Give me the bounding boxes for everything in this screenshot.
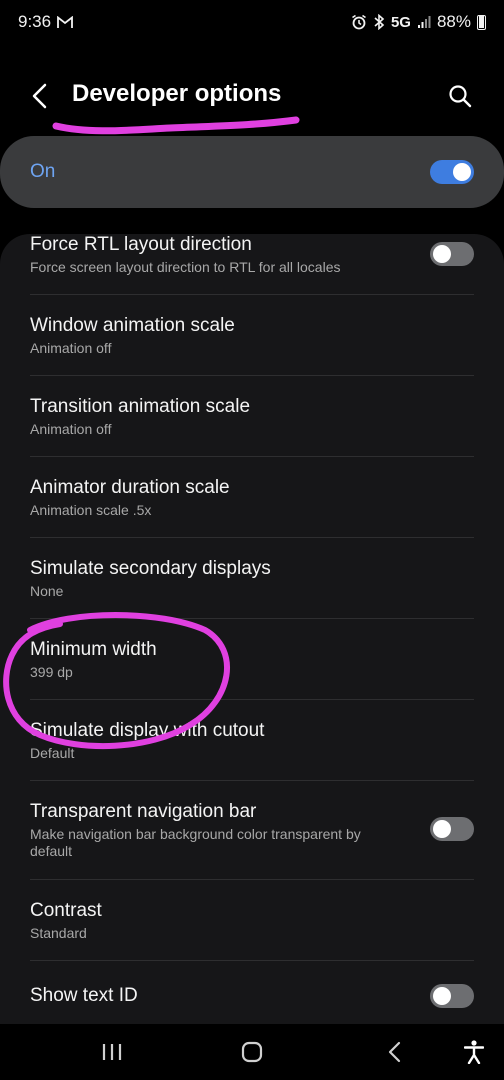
search-icon xyxy=(449,85,472,108)
back-icon xyxy=(388,1041,401,1063)
master-toggle[interactable] xyxy=(430,160,474,184)
toggle-knob xyxy=(433,820,451,838)
setting-minimum-width[interactable]: Minimum width 399 dp xyxy=(0,619,504,699)
setting-subtitle: Animation off xyxy=(30,421,112,437)
page-title: Developer options xyxy=(72,80,282,107)
setting-force-rtl[interactable]: Force RTL layout direction Force screen … xyxy=(0,234,504,294)
signal-icon xyxy=(417,15,431,29)
setting-subtitle: Animation scale .5x xyxy=(30,502,152,518)
setting-title: Show text ID xyxy=(30,985,138,1006)
network-type: 5G xyxy=(390,13,411,31)
status-time: 9:36 xyxy=(18,12,52,31)
nav-back-button[interactable] xyxy=(374,1034,414,1070)
navigation-bar xyxy=(0,1024,504,1080)
setting-subtitle: None xyxy=(30,583,64,599)
setting-subtitle: Standard xyxy=(30,925,87,941)
setting-simulate-secondary-displays[interactable]: Simulate secondary displays None xyxy=(0,538,504,618)
setting-subtitle: Force screen layout direction to RTL for… xyxy=(30,259,341,275)
alarm-icon xyxy=(351,14,367,30)
setting-title: Force RTL layout direction xyxy=(30,234,252,255)
toggle-knob xyxy=(433,987,451,1005)
settings-list: Force RTL layout direction Force screen … xyxy=(0,234,504,1024)
home-button[interactable] xyxy=(232,1034,272,1070)
setting-title: Window animation scale xyxy=(30,315,235,336)
search-button[interactable] xyxy=(442,78,478,114)
status-right: 5G 88% xyxy=(351,12,486,32)
setting-window-animation-scale[interactable]: Window animation scale Animation off xyxy=(0,295,504,375)
gmail-icon xyxy=(57,15,73,29)
transparent-nav-toggle[interactable] xyxy=(430,817,474,841)
master-switch-label: On xyxy=(30,161,56,182)
recent-apps-icon xyxy=(102,1044,122,1060)
setting-simulate-display-cutout[interactable]: Simulate display with cutout Default xyxy=(0,700,504,780)
battery-icon xyxy=(477,14,486,30)
accessibility-icon xyxy=(464,1040,484,1064)
setting-transition-animation-scale[interactable]: Transition animation scale Animation off xyxy=(0,376,504,456)
toggle-knob xyxy=(433,245,451,263)
setting-subtitle: Animation off xyxy=(30,340,112,356)
setting-title: Simulate display with cutout xyxy=(30,720,265,741)
status-left: 9:36 xyxy=(18,12,73,32)
setting-title: Animator duration scale xyxy=(30,477,230,498)
back-arrow-icon xyxy=(32,83,47,109)
setting-title: Contrast xyxy=(30,900,102,921)
setting-title: Transparent navigation bar xyxy=(30,801,257,822)
setting-subtitle: Default xyxy=(30,745,75,761)
setting-transparent-navigation-bar[interactable]: Transparent navigation bar Make navigati… xyxy=(0,781,504,879)
setting-contrast[interactable]: Contrast Standard xyxy=(0,880,504,960)
recent-apps-button[interactable] xyxy=(92,1034,132,1070)
master-switch-row[interactable]: On xyxy=(0,136,504,208)
setting-subtitle: Make navigation bar background color tra… xyxy=(30,826,361,859)
back-button[interactable] xyxy=(22,78,58,114)
show-text-id-toggle[interactable] xyxy=(430,984,474,1008)
toggle-knob xyxy=(453,163,471,181)
status-bar: 9:36 5G 88% xyxy=(0,0,504,44)
battery-percent: 88% xyxy=(436,12,471,31)
accessibility-button[interactable] xyxy=(454,1034,494,1070)
home-icon xyxy=(241,1041,263,1063)
setting-title: Minimum width xyxy=(30,639,157,660)
setting-title: Transition animation scale xyxy=(30,396,251,417)
force-rtl-toggle[interactable] xyxy=(430,242,474,266)
setting-show-text-id[interactable]: Show text ID xyxy=(0,961,504,1024)
bluetooth-icon xyxy=(373,14,385,30)
setting-title: Simulate secondary displays xyxy=(30,558,271,579)
setting-subtitle: 399 dp xyxy=(30,664,73,680)
setting-animator-duration-scale[interactable]: Animator duration scale Animation scale … xyxy=(0,457,504,537)
